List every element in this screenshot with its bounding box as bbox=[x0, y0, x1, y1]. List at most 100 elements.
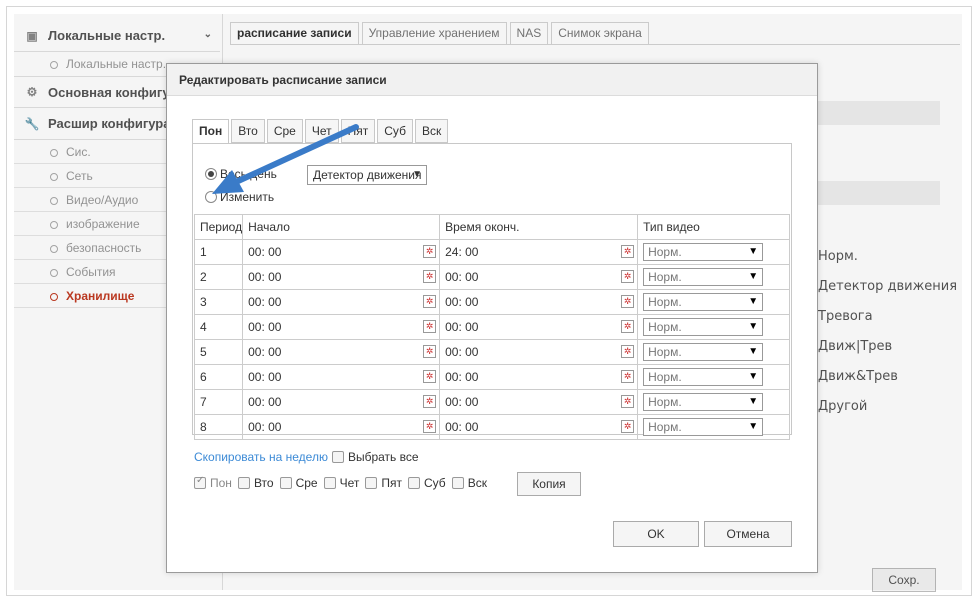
copy-day-sat[interactable]: Суб bbox=[404, 476, 446, 490]
checkbox-sun[interactable] bbox=[451, 477, 464, 489]
day-schedule-panel: Весь день Изменить Детектор движения ▼ П… bbox=[192, 143, 792, 440]
period-number: 2 bbox=[193, 264, 244, 290]
start-time-value: 00: 00 bbox=[248, 420, 282, 434]
end-time-field[interactable]: 00: 00 ✲ bbox=[439, 339, 639, 365]
end-time-field[interactable]: 00: 00 ✲ bbox=[439, 414, 639, 440]
time-picker-icon[interactable]: ✲ bbox=[423, 395, 437, 408]
col-period: Период bbox=[193, 214, 244, 240]
time-picker-icon[interactable]: ✲ bbox=[621, 420, 635, 433]
start-time-field[interactable]: 00: 00 ✲ bbox=[242, 264, 441, 290]
start-time-field[interactable]: 00: 00 ✲ bbox=[242, 414, 441, 440]
video-type-value: Норм. bbox=[648, 245, 682, 259]
video-type-value: Норм. bbox=[648, 395, 682, 409]
table-row: 8 00: 00 ✲ 00: 00 ✲ Норм. ▼ bbox=[193, 414, 790, 440]
tab-day-wed[interactable]: Сре bbox=[266, 119, 303, 143]
time-picker-icon[interactable]: ✲ bbox=[423, 295, 437, 308]
label-wed: Сре bbox=[295, 476, 318, 490]
start-time-field[interactable]: 00: 00 ✲ bbox=[242, 239, 441, 265]
select-all-checkbox[interactable] bbox=[331, 451, 344, 463]
time-picker-icon[interactable]: ✲ bbox=[621, 370, 635, 383]
end-time-field[interactable]: 00: 00 ✲ bbox=[439, 289, 639, 315]
video-type-cell: Норм. ▼ bbox=[637, 364, 790, 390]
time-picker-icon[interactable]: ✲ bbox=[423, 345, 437, 358]
checkbox-mon[interactable] bbox=[194, 475, 206, 489]
dropdown-arrow-icon: ▼ bbox=[412, 169, 422, 180]
end-time-field[interactable]: 24: 00 ✲ bbox=[439, 239, 639, 265]
tab-day-sun[interactable]: Вск bbox=[414, 119, 449, 143]
radio-custom-row[interactable]: Изменить bbox=[205, 190, 274, 204]
time-picker-icon[interactable]: ✲ bbox=[423, 320, 437, 333]
tab-day-mon[interactable]: Пон bbox=[192, 119, 230, 144]
video-type-select[interactable]: Норм. ▼ bbox=[643, 368, 764, 386]
start-time-field[interactable]: 00: 00 ✲ bbox=[242, 314, 441, 340]
video-type-value: Норм. bbox=[648, 270, 682, 284]
time-picker-icon[interactable]: ✲ bbox=[621, 270, 635, 283]
checkbox-tue[interactable] bbox=[237, 477, 250, 489]
radio-all-day-row[interactable]: Весь день bbox=[205, 167, 277, 181]
video-type-select[interactable]: Норм. ▼ bbox=[643, 293, 764, 311]
copy-day-sun[interactable]: Вск bbox=[448, 476, 487, 490]
start-time-value: 00: 00 bbox=[248, 395, 282, 409]
tab-day-thu[interactable]: Чет bbox=[304, 119, 339, 143]
radio-all-day[interactable] bbox=[205, 168, 217, 180]
checkbox-wed[interactable] bbox=[279, 477, 292, 489]
end-time-field[interactable]: 00: 00 ✲ bbox=[439, 264, 639, 290]
copy-week-link[interactable]: Скопировать на неделю bbox=[194, 450, 328, 464]
video-type-cell: Норм. ▼ bbox=[637, 289, 790, 315]
time-picker-icon[interactable]: ✲ bbox=[621, 295, 635, 308]
dropdown-arrow-icon: ▼ bbox=[748, 246, 759, 257]
video-type-value: Норм. bbox=[648, 345, 682, 359]
radio-custom-label: Изменить bbox=[220, 190, 275, 204]
period-number: 1 bbox=[193, 239, 244, 265]
radio-custom[interactable] bbox=[205, 191, 217, 203]
copy-day-tue[interactable]: Вто bbox=[234, 476, 274, 490]
time-picker-icon[interactable]: ✲ bbox=[621, 395, 635, 408]
video-type-select[interactable]: Норм. ▼ bbox=[643, 268, 764, 286]
time-picker-icon[interactable]: ✲ bbox=[621, 345, 635, 358]
video-type-value: Норм. bbox=[648, 370, 682, 384]
record-mode-value: Детектор движения bbox=[313, 168, 422, 182]
start-time-field[interactable]: 00: 00 ✲ bbox=[242, 389, 441, 415]
record-mode-select[interactable]: Детектор движения ▼ bbox=[307, 165, 427, 185]
start-time-field[interactable]: 00: 00 ✲ bbox=[242, 364, 441, 390]
dropdown-arrow-icon: ▼ bbox=[748, 346, 759, 357]
end-time-value: 00: 00 bbox=[445, 345, 479, 359]
copy-day-thu[interactable]: Чет bbox=[320, 476, 360, 490]
label-thu: Чет bbox=[339, 476, 360, 490]
video-type-select[interactable]: Норм. ▼ bbox=[643, 393, 764, 411]
copy-button[interactable]: Копия bbox=[517, 472, 581, 496]
time-picker-icon[interactable]: ✲ bbox=[423, 420, 437, 433]
start-time-value: 00: 00 bbox=[248, 320, 282, 334]
copy-day-wed[interactable]: Сре bbox=[276, 476, 318, 490]
col-end: Время оконч. bbox=[439, 214, 639, 240]
time-picker-icon[interactable]: ✲ bbox=[423, 245, 437, 258]
video-type-cell: Норм. ▼ bbox=[637, 389, 790, 415]
checkbox-fri[interactable] bbox=[365, 477, 378, 489]
radio-all-day-label: Весь день bbox=[220, 167, 277, 181]
end-time-value: 24: 00 bbox=[445, 245, 479, 259]
checkbox-thu[interactable] bbox=[323, 477, 336, 489]
tab-day-sat[interactable]: Суб bbox=[377, 119, 413, 143]
checkbox-sat[interactable] bbox=[408, 477, 420, 489]
start-time-field[interactable]: 00: 00 ✲ bbox=[242, 339, 441, 365]
start-time-value: 00: 00 bbox=[248, 270, 282, 284]
end-time-field[interactable]: 00: 00 ✲ bbox=[439, 314, 639, 340]
start-time-field[interactable]: 00: 00 ✲ bbox=[242, 289, 441, 315]
label-fri: Пят bbox=[381, 476, 402, 490]
end-time-field[interactable]: 00: 00 ✲ bbox=[439, 364, 639, 390]
cancel-button[interactable]: Отмена bbox=[704, 521, 792, 547]
ok-button[interactable]: OK bbox=[613, 521, 699, 547]
tab-day-fri[interactable]: Пят bbox=[340, 119, 376, 143]
video-type-select[interactable]: Норм. ▼ bbox=[643, 343, 764, 361]
time-picker-icon[interactable]: ✲ bbox=[423, 370, 437, 383]
time-picker-icon[interactable]: ✲ bbox=[423, 270, 437, 283]
video-type-select[interactable]: Норм. ▼ bbox=[643, 243, 764, 261]
time-picker-icon[interactable]: ✲ bbox=[621, 320, 635, 333]
video-type-select[interactable]: Норм. ▼ bbox=[643, 318, 764, 336]
video-type-select[interactable]: Норм. ▼ bbox=[643, 418, 764, 436]
end-time-field[interactable]: 00: 00 ✲ bbox=[439, 389, 639, 415]
tab-day-tue[interactable]: Вто bbox=[231, 119, 265, 143]
copy-day-fri[interactable]: Пят bbox=[361, 476, 402, 490]
copy-day-mon[interactable]: Пон bbox=[194, 475, 232, 490]
time-picker-icon[interactable]: ✲ bbox=[621, 245, 635, 258]
